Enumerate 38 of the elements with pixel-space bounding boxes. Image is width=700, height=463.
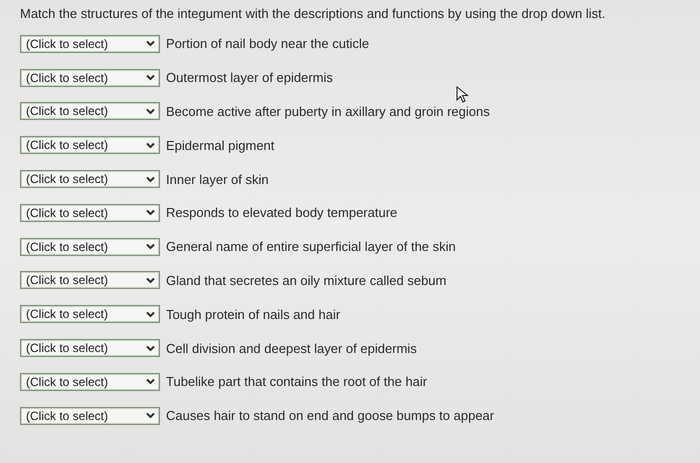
chevron-down-icon xyxy=(146,243,155,250)
instruction-text: Match the structures of the integument with the descriptions and functions by using the drop down list. xyxy=(20,6,606,21)
chevron-down-icon xyxy=(146,108,155,115)
description-text: Outermost layer of epidermis xyxy=(166,70,333,86)
chevron-down-icon xyxy=(146,378,155,386)
description-text: Responds to elevated body temperature xyxy=(166,205,398,220)
dropdown-select[interactable]: (Click to select) xyxy=(20,102,160,120)
description-text: Tough protein of nails and hair xyxy=(166,306,340,322)
description-text: Epidermal pigment xyxy=(166,138,274,153)
dropdown-select[interactable]: (Click to select) xyxy=(20,34,160,53)
dropdown-select[interactable]: (Click to select) xyxy=(20,305,160,324)
dropdown-select[interactable]: (Click to select) xyxy=(20,170,160,188)
description-text: Become active after puberty in axillary and groin regions xyxy=(166,104,490,119)
chevron-down-icon xyxy=(146,310,155,318)
chevron-down-icon xyxy=(146,142,155,149)
description-text: Gland that secretes an oily mixture called sebum xyxy=(166,272,446,288)
chevron-down-icon xyxy=(146,176,155,183)
chevron-down-icon xyxy=(146,344,155,352)
dropdown-select[interactable]: (Click to select) xyxy=(20,339,160,358)
description-text: General name of entire superficial layer of the skin xyxy=(166,239,456,254)
mouse-pointer-icon xyxy=(456,86,469,103)
dropdown-select[interactable]: (Click to select) xyxy=(20,136,160,154)
chevron-down-icon xyxy=(146,209,155,216)
dropdown-select[interactable]: (Click to select) xyxy=(20,372,160,391)
dropdown-select[interactable]: (Click to select) xyxy=(20,271,160,290)
dropdown-select[interactable]: (Click to select) xyxy=(20,406,160,425)
description-text: Cell division and deepest layer of epidermis xyxy=(166,340,417,356)
dropdown-select[interactable]: (Click to select) xyxy=(20,204,160,222)
dropdown-select[interactable]: (Click to select) xyxy=(20,238,160,256)
chevron-down-icon xyxy=(146,74,155,82)
description-text: Tubelike part that contains the root of the hair xyxy=(166,374,428,390)
description-text: Portion of nail body near the cuticle xyxy=(166,36,370,52)
description-text: Inner layer of skin xyxy=(166,172,269,187)
chevron-down-icon xyxy=(146,276,155,284)
description-text: Causes hair to stand on end and goose bumps to appear xyxy=(166,408,494,424)
dropdown-select[interactable]: (Click to select) xyxy=(20,68,160,87)
chevron-down-icon xyxy=(146,412,155,420)
chevron-down-icon xyxy=(146,40,155,48)
